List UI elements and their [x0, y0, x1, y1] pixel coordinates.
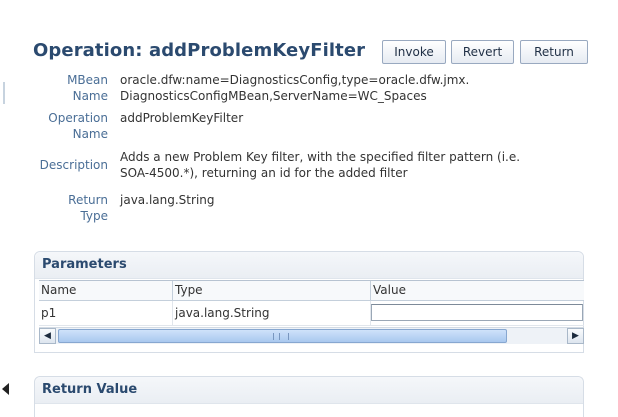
table-header-row: Name Type Value — [39, 281, 584, 301]
table-row: p1 java.lang.String — [39, 301, 584, 326]
return-value-header: Return Value — [35, 377, 583, 404]
return-type-value: java.lang.String — [120, 193, 215, 207]
column-header-value[interactable]: Value — [371, 281, 584, 300]
title-prefix: Operation: — [33, 40, 143, 61]
operation-name-value: addProblemKeyFilter — [120, 111, 244, 125]
return-label-line2: Type — [80, 209, 108, 223]
invoke-button[interactable]: Invoke — [382, 40, 446, 64]
revert-button[interactable]: Revert — [451, 40, 514, 64]
page-title: Operation: addProblemKeyFilter — [33, 40, 365, 61]
description-line1: Adds a new Problem Key filter, with the … — [120, 150, 521, 164]
parameters-table: Name Type Value p1 java.lang.String ◀ ▶ — [39, 280, 584, 344]
mbean-label-line2: Name — [72, 89, 108, 103]
return-label-line1: Return — [68, 193, 108, 207]
mbean-name-value: oracle.dfw:name=DiagnosticsConfig,type=o… — [120, 72, 570, 104]
description-line2: SOA-4500.*), returning an id for the add… — [120, 166, 408, 180]
mbean-name-label: MBean Name — [36, 72, 108, 104]
return-value-panel: Return Value — [34, 376, 584, 417]
mbean-label-line1: MBean — [67, 73, 108, 87]
scrollbar-thumb[interactable] — [58, 329, 507, 343]
scroll-grip-icon — [273, 333, 289, 340]
column-header-name[interactable]: Name — [39, 281, 173, 300]
mbean-value-line1: oracle.dfw:name=DiagnosticsConfig,type=o… — [120, 73, 470, 87]
opname-label-line1: Operation — [48, 111, 108, 125]
column-header-type[interactable]: Type — [173, 281, 371, 300]
operation-name: addProblemKeyFilter — [148, 40, 366, 61]
scroll-left-icon[interactable]: ◀ — [39, 328, 56, 344]
param-name-cell: p1 — [39, 301, 173, 325]
param-value-input[interactable] — [371, 304, 583, 321]
parameters-panel: Parameters Name Type Value p1 java.lang.… — [34, 251, 584, 353]
return-button[interactable]: Return — [520, 40, 588, 64]
left-rail — [0, 0, 12, 417]
description-label: Description — [39, 158, 108, 172]
parameters-header: Parameters — [35, 252, 583, 279]
param-type-cell: java.lang.String — [173, 301, 371, 325]
mbean-value-line2: DiagnosticsConfigMBean,ServerName=WC_Spa… — [120, 89, 427, 103]
operation-name-label: Operation Name — [36, 110, 108, 142]
rail-marker — [3, 82, 5, 104]
collapse-arrow-icon[interactable] — [2, 383, 9, 395]
description-value: Adds a new Problem Key filter, with the … — [120, 149, 570, 181]
operation-header: Operation: addProblemKeyFilter Invoke Re… — [33, 40, 593, 68]
opname-label-line2: Name — [72, 127, 108, 141]
return-type-label: Return Type — [36, 192, 108, 224]
scroll-right-icon[interactable]: ▶ — [567, 328, 584, 344]
horizontal-scrollbar[interactable]: ◀ ▶ — [39, 327, 584, 344]
